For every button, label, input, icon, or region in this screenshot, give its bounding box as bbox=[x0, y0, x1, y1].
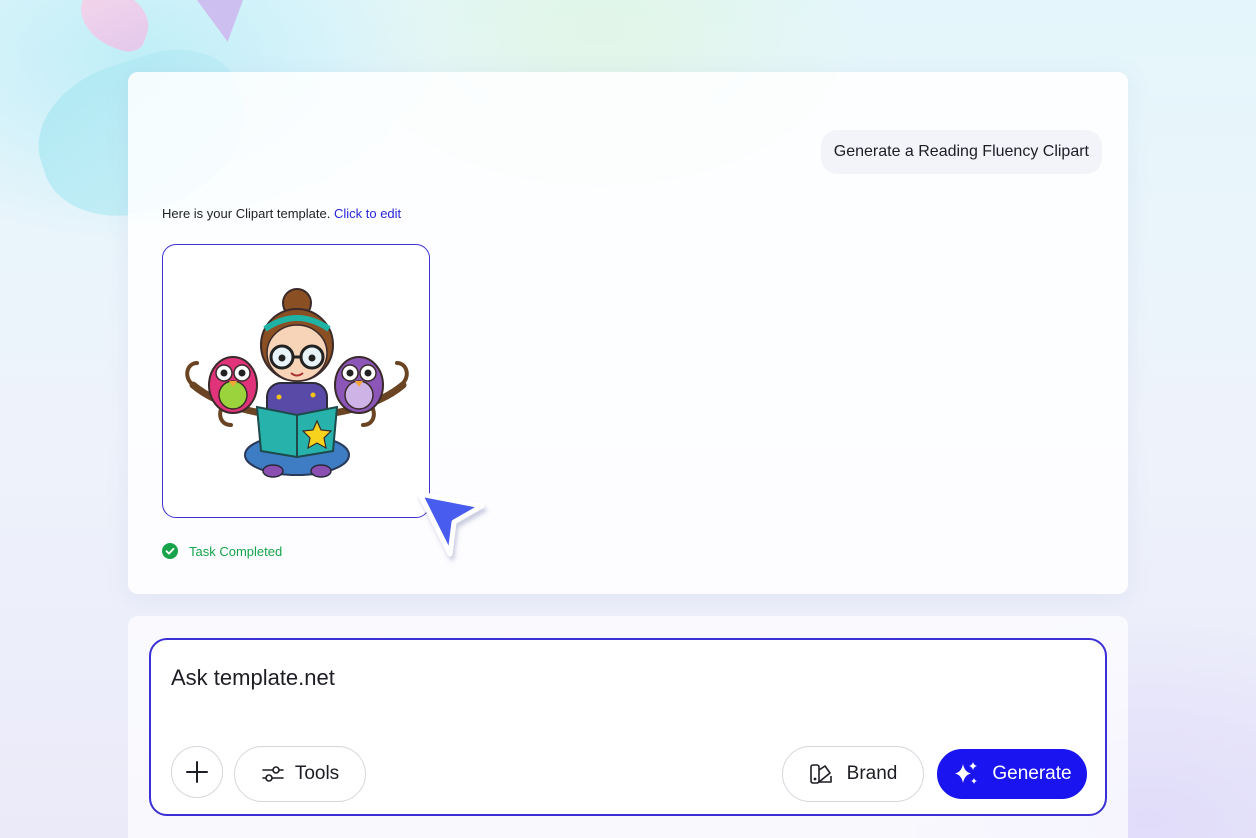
clipart-preview[interactable] bbox=[162, 244, 430, 518]
tools-label: Tools bbox=[294, 763, 340, 784]
task-status-text: Task Completed bbox=[189, 543, 283, 559]
brand-label: Brand bbox=[846, 763, 898, 784]
chat-panel: Generate a Reading Fluency Clipart Here … bbox=[128, 72, 1128, 594]
prompt-panel: Tools Brand Generate bbox=[128, 616, 1128, 838]
prompt-box: Tools Brand Generate bbox=[149, 638, 1107, 816]
brand-button[interactable]: Brand bbox=[782, 746, 924, 802]
assistant-reply: Here is your Clipart template. Click to … bbox=[162, 206, 401, 221]
clipart-image bbox=[185, 288, 409, 478]
prompt-input[interactable] bbox=[171, 664, 1071, 692]
add-attachment-button[interactable] bbox=[171, 746, 223, 798]
sparkle-icon bbox=[955, 762, 978, 784]
reply-text: Here is your Clipart template. bbox=[162, 206, 331, 221]
brand-palette-icon bbox=[809, 764, 832, 784]
plus-icon bbox=[186, 761, 208, 783]
sliders-icon bbox=[262, 766, 284, 782]
generate-label: Generate bbox=[992, 763, 1072, 784]
decorative-shape-triangle bbox=[192, 0, 256, 46]
generate-button[interactable]: Generate bbox=[937, 749, 1087, 799]
decorative-shape-pink bbox=[70, 0, 158, 57]
click-to-edit-link[interactable]: Click to edit bbox=[334, 206, 401, 221]
check-circle-icon bbox=[162, 543, 178, 559]
user-message-bubble: Generate a Reading Fluency Clipart bbox=[820, 130, 1102, 174]
cursor-arrow-icon bbox=[417, 491, 485, 557]
task-status: Task Completed bbox=[162, 543, 282, 559]
tools-button[interactable]: Tools bbox=[234, 746, 366, 802]
